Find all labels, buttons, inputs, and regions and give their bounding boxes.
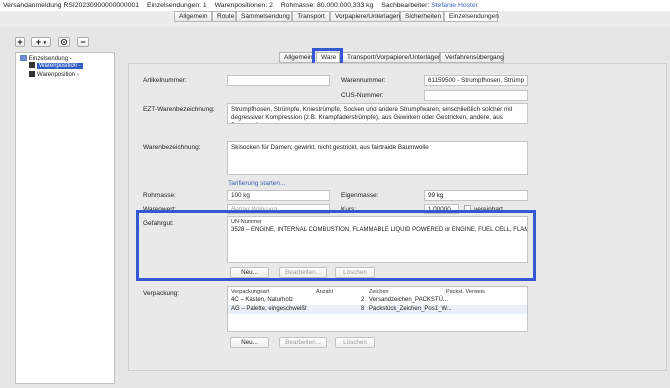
tab-allgemein[interactable]: Allgemein	[174, 11, 212, 22]
copy-button[interactable]	[58, 37, 70, 47]
subtab-verfahrensuebergang[interactable]: Verfahrensübergang	[440, 52, 504, 63]
tab-route[interactable]: Route	[212, 11, 236, 22]
tree-item-label: Warenposition -	[37, 63, 83, 69]
ezt-line-1: Strumpfhosen, Strümpfe, Kniestrümpfe, So…	[231, 106, 513, 113]
packaging-type-header: Verpackungsart	[231, 289, 270, 295]
packaging-type-cell: AG – Palette, eingeschweißt	[231, 306, 307, 312]
add-button[interactable]: +	[15, 37, 25, 47]
cus-number-input[interactable]	[424, 90, 528, 101]
main-tab-bar: Allgemein Route Sammelsendung Transport …	[0, 11, 670, 27]
packaging-type-cell: 4C – Kasten, Naturholz	[231, 297, 294, 303]
tariff-start-link[interactable]: Tarifierung starten...	[228, 180, 285, 187]
copy-icon	[60, 38, 68, 46]
shipment-icon	[20, 55, 27, 61]
chevron-down-icon: ▾	[43, 40, 47, 46]
packaging-label: Verpackung:	[143, 290, 180, 297]
items-count: Einzelsendungen: 1	[146, 2, 207, 9]
count-cell: 8	[361, 306, 365, 312]
subtab-allgemein[interactable]: Allgemein	[279, 52, 314, 63]
goods-number-label: Warennummer:	[341, 77, 386, 84]
clerk-name-link[interactable]: Stefanie Hoster	[431, 2, 478, 9]
subtab-transport-vorpapiere[interactable]: Transport/Vorpapiere/Unterlagen	[342, 52, 441, 63]
net-mass-label: Eigenmasse:	[341, 192, 379, 199]
ezt-description-text: Strumpfhosen, Strümpfe, Kniestrümpfe, So…	[227, 103, 528, 124]
add-menu-button[interactable]: + ▾	[31, 37, 51, 47]
ezt-line-2: degressiver Kompression (z.B. Krampfader…	[231, 114, 503, 123]
pack-delete-button[interactable]: Löschen	[335, 337, 375, 348]
tab-einzelsendungen[interactable]: Einzelsendungen	[444, 11, 499, 22]
position-icon	[29, 62, 35, 68]
marks-header: Zeichen	[369, 289, 389, 295]
tab-sammelsendung[interactable]: Sammelsendung	[236, 11, 292, 22]
remove-button[interactable]: −	[77, 37, 89, 47]
goods-description-textarea[interactable]: Skisocken für Damen; gewirkt, nicht gest…	[227, 141, 528, 175]
marks-cell: Versandzeichen_PACKSTÜ...	[369, 297, 448, 303]
shipment-label: Versandanmeldung RSI20230900000000001	[3, 2, 140, 9]
packaging-table: Verpackungsart Anzahl Zeichen Packst. Ve…	[227, 286, 528, 332]
table-row[interactable]: AG – Palette, eingeschweißt 8 Packstück_…	[228, 305, 527, 314]
shipment-info-bar: Versandanmeldung RSI20230900000000001 Ei…	[0, 0, 670, 11]
tree-item-label: Warenposition -	[37, 72, 79, 78]
ezt-description-label: EZT-Warenbezeichnung:	[143, 106, 215, 113]
marks-cell: Packstück_Zeichen_Pos1_W...	[369, 306, 452, 312]
pack-edit-button[interactable]: Bearbeiten...	[279, 337, 327, 348]
tree-item-position-2[interactable]: Warenposition -	[29, 71, 79, 78]
clerk-label: Sachbearbeiter:	[381, 2, 430, 9]
count-cell: 2	[361, 297, 365, 303]
package-ref-header: Packst. Verweis	[446, 289, 485, 295]
gross-mass-input[interactable]: 100 kg	[227, 190, 330, 201]
article-number-input[interactable]	[227, 75, 330, 86]
tree-item-position-1[interactable]: Warenposition -	[29, 62, 83, 69]
tab-sicherheiten[interactable]: Sicherheiten	[400, 11, 444, 22]
tab-transport[interactable]: Transport	[292, 11, 330, 22]
positions-count: Warenpositionen: 2	[214, 2, 273, 9]
shipment-tree: Einzelsendung - Warenposition - Warenpos…	[15, 52, 115, 384]
gross-mass-total: Rohmasse: 80.000.000,333 kg	[280, 2, 374, 9]
net-mass-input[interactable]: 99 kg	[424, 190, 528, 201]
gross-mass-label: Rohmasse:	[143, 192, 176, 199]
tree-root[interactable]: Einzelsendung -	[20, 54, 72, 62]
add-menu-label: +	[35, 37, 42, 47]
cus-number-label: CUS-Nummer:	[341, 92, 384, 99]
position-icon	[29, 71, 35, 77]
goods-description-label: Warenbezeichnung:	[143, 144, 201, 151]
article-number-label: Artikelnummer:	[143, 77, 187, 84]
count-header: Anzahl	[316, 289, 333, 295]
dangerous-goods-highlight	[136, 210, 536, 281]
table-row[interactable]: 4C – Kasten, Naturholz 2 Versandzeichen_…	[228, 296, 527, 305]
pack-new-button[interactable]: Neu...	[230, 337, 269, 348]
goods-number-input[interactable]: 61159500 - Strumpfhosen, Strümp	[424, 75, 528, 86]
tab-vorpapiere[interactable]: Vorpapiere/Unterlagen	[330, 11, 400, 22]
